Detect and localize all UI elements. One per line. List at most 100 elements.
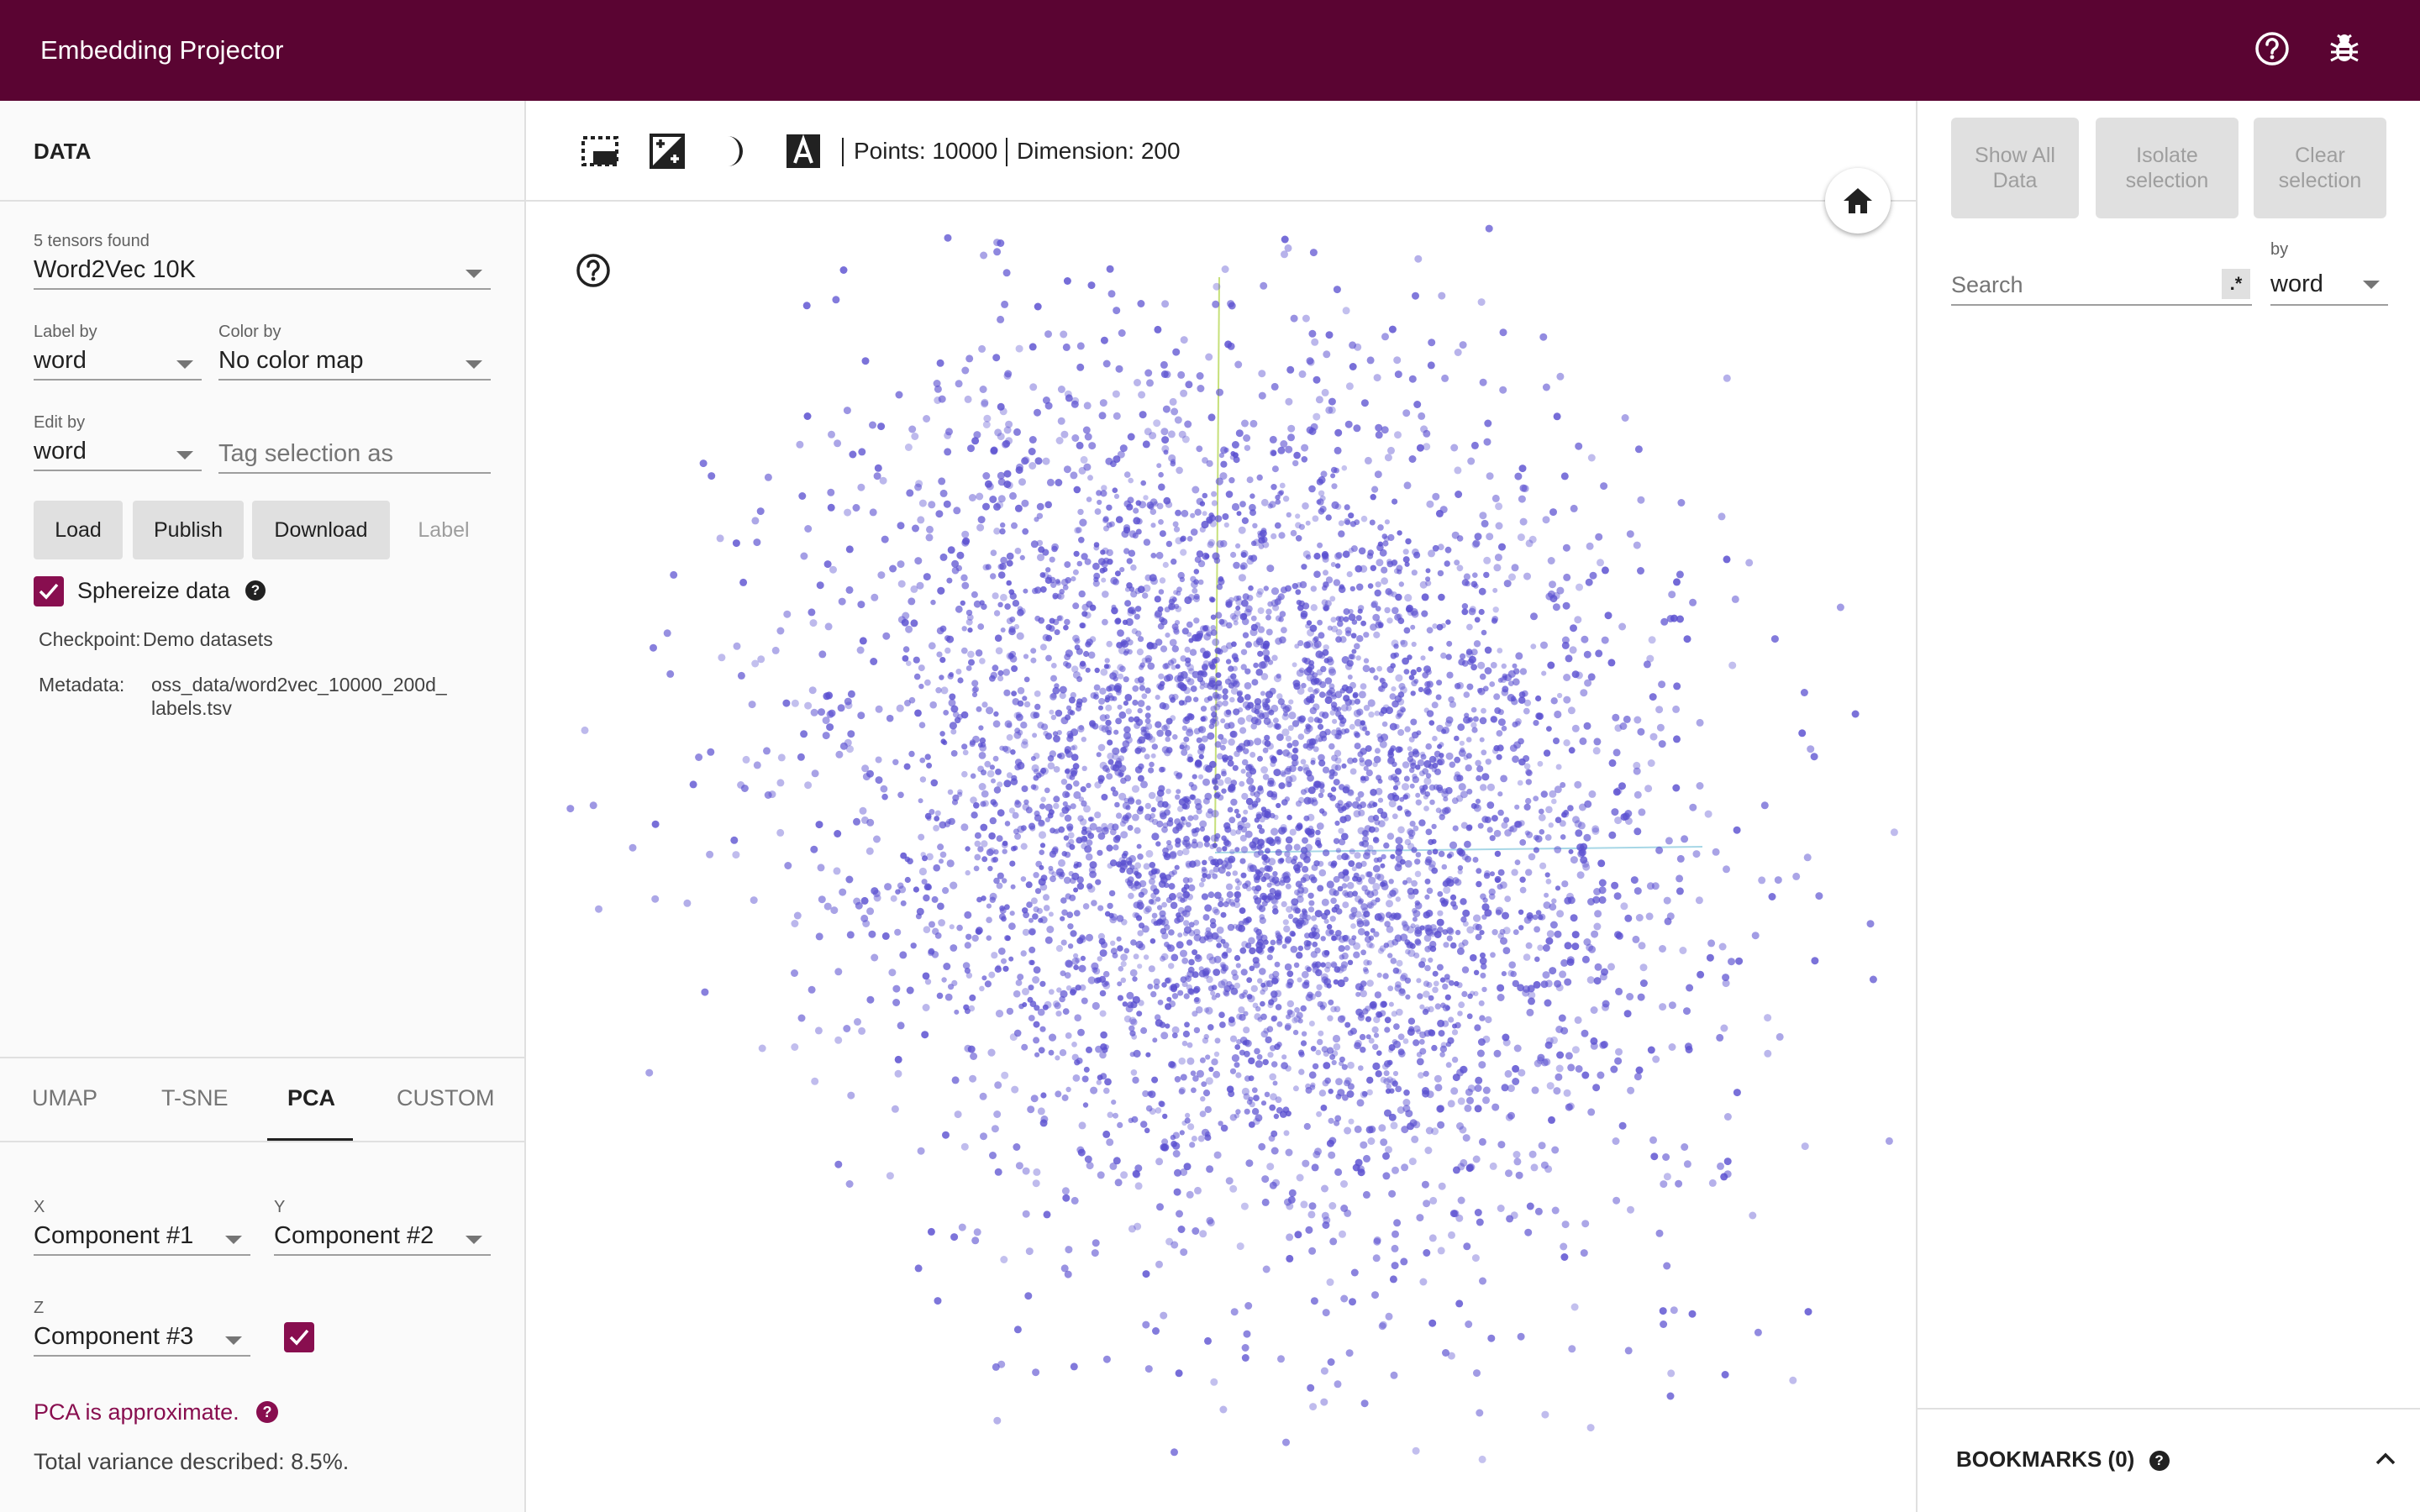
- embedding-point[interactable]: [1202, 1089, 1211, 1097]
- embedding-point[interactable]: [666, 669, 675, 678]
- embedding-point[interactable]: [1235, 813, 1241, 819]
- embedding-point[interactable]: [1481, 519, 1489, 528]
- embedding-point[interactable]: [942, 740, 948, 746]
- embedding-point[interactable]: [1211, 711, 1218, 718]
- embedding-point[interactable]: [1588, 790, 1597, 798]
- embedding-point[interactable]: [1474, 1105, 1482, 1113]
- embedding-point[interactable]: [1446, 671, 1454, 679]
- embedding-point[interactable]: [1523, 572, 1531, 580]
- embedding-point[interactable]: [1000, 522, 1006, 528]
- embedding-point[interactable]: [1463, 1242, 1471, 1251]
- embedding-point[interactable]: [1621, 414, 1629, 422]
- embedding-point[interactable]: [1190, 575, 1197, 583]
- embedding-point[interactable]: [1374, 748, 1381, 754]
- embedding-point[interactable]: [998, 913, 1006, 921]
- embedding-point[interactable]: [663, 629, 671, 638]
- embedding-point[interactable]: [718, 654, 726, 662]
- embedding-point[interactable]: [1130, 591, 1138, 598]
- embedding-point[interactable]: [1199, 1230, 1207, 1238]
- embedding-point[interactable]: [1519, 517, 1528, 526]
- embedding-point[interactable]: [1282, 496, 1290, 502]
- embedding-point[interactable]: [1445, 654, 1452, 660]
- embedding-point[interactable]: [994, 1168, 1002, 1176]
- embedding-point[interactable]: [750, 896, 758, 905]
- embedding-point[interactable]: [1181, 958, 1189, 964]
- embedding-point[interactable]: [1323, 604, 1330, 612]
- embedding-point[interactable]: [1101, 577, 1107, 583]
- embedding-point[interactable]: [955, 605, 963, 613]
- embedding-point[interactable]: [808, 608, 816, 617]
- embedding-point[interactable]: [1202, 511, 1207, 517]
- embedding-point[interactable]: [1258, 370, 1266, 378]
- embedding-point[interactable]: [1241, 816, 1248, 823]
- embedding-point[interactable]: [1457, 1196, 1465, 1205]
- embedding-point[interactable]: [1565, 1052, 1573, 1060]
- embedding-point[interactable]: [1039, 643, 1047, 651]
- embedding-point[interactable]: [808, 985, 816, 994]
- embedding-point[interactable]: [1202, 914, 1210, 921]
- embedding-point[interactable]: [1106, 685, 1113, 692]
- embedding-point[interactable]: [1117, 981, 1123, 987]
- embedding-point[interactable]: [1009, 860, 1016, 867]
- embedding-point[interactable]: [1407, 892, 1415, 900]
- embedding-point[interactable]: [1639, 963, 1648, 972]
- embedding-point[interactable]: [897, 1021, 905, 1030]
- embedding-point[interactable]: [1020, 950, 1027, 957]
- embedding-point[interactable]: [1348, 860, 1355, 868]
- embedding-point[interactable]: [991, 1125, 999, 1133]
- embedding-point[interactable]: [1251, 679, 1259, 686]
- embedding-point[interactable]: [1644, 785, 1653, 793]
- embedding-point[interactable]: [1398, 581, 1405, 587]
- embedding-point[interactable]: [1246, 777, 1255, 785]
- embedding-point[interactable]: [1255, 1005, 1261, 1012]
- embedding-point[interactable]: [1366, 1089, 1373, 1096]
- embedding-point[interactable]: [1174, 864, 1180, 870]
- embedding-point[interactable]: [1102, 764, 1109, 772]
- embedding-point[interactable]: [1386, 940, 1395, 948]
- embedding-point[interactable]: [1096, 1079, 1102, 1085]
- embedding-point[interactable]: [952, 794, 960, 802]
- embedding-point[interactable]: [1385, 911, 1392, 918]
- embedding-point[interactable]: [993, 711, 999, 717]
- embedding-point[interactable]: [927, 1227, 935, 1236]
- embedding-point[interactable]: [1466, 1163, 1474, 1172]
- embedding-point[interactable]: [1508, 961, 1516, 969]
- embedding-point[interactable]: [1138, 664, 1144, 670]
- embedding-point[interactable]: [1497, 994, 1505, 1001]
- embedding-point[interactable]: [1128, 1117, 1134, 1124]
- embedding-point[interactable]: [1321, 388, 1329, 396]
- embedding-point[interactable]: [1217, 648, 1223, 655]
- embedding-point[interactable]: [756, 507, 765, 516]
- embedding-point[interactable]: [1333, 286, 1341, 294]
- embedding-point[interactable]: [1349, 1298, 1356, 1306]
- embedding-point[interactable]: [1310, 757, 1316, 763]
- embedding-point[interactable]: [1420, 425, 1428, 433]
- embedding-point[interactable]: [1396, 861, 1402, 868]
- embedding-point[interactable]: [1123, 1015, 1132, 1023]
- embedding-point[interactable]: [1180, 897, 1186, 903]
- embedding-point[interactable]: [1028, 462, 1037, 470]
- embedding-point[interactable]: [1442, 1349, 1449, 1357]
- embedding-point[interactable]: [1180, 389, 1188, 397]
- embedding-point[interactable]: [1437, 1121, 1445, 1129]
- embedding-point[interactable]: [1171, 993, 1179, 1000]
- embedding-point[interactable]: [1465, 824, 1473, 832]
- embedding-point[interactable]: [857, 483, 865, 491]
- embedding-point[interactable]: [1029, 383, 1038, 391]
- embedding-point[interactable]: [969, 1074, 977, 1083]
- embedding-point[interactable]: [1512, 1078, 1520, 1085]
- embedding-point[interactable]: [1149, 862, 1156, 869]
- embedding-point[interactable]: [1623, 1010, 1632, 1018]
- embedding-point[interactable]: [1553, 1087, 1561, 1095]
- tab-tsne[interactable]: T-SNE: [161, 1085, 229, 1111]
- embedding-point[interactable]: [1523, 699, 1532, 707]
- embedding-point[interactable]: [1270, 827, 1279, 836]
- embedding-point[interactable]: [1360, 683, 1367, 690]
- embedding-point[interactable]: [1168, 963, 1175, 969]
- embedding-point[interactable]: [1408, 455, 1417, 463]
- embedding-point[interactable]: [1113, 412, 1121, 420]
- embedding-point[interactable]: [1300, 1040, 1307, 1047]
- embedding-point[interactable]: [1284, 851, 1291, 858]
- embedding-point[interactable]: [1424, 927, 1433, 936]
- embedding-point[interactable]: [1028, 448, 1036, 455]
